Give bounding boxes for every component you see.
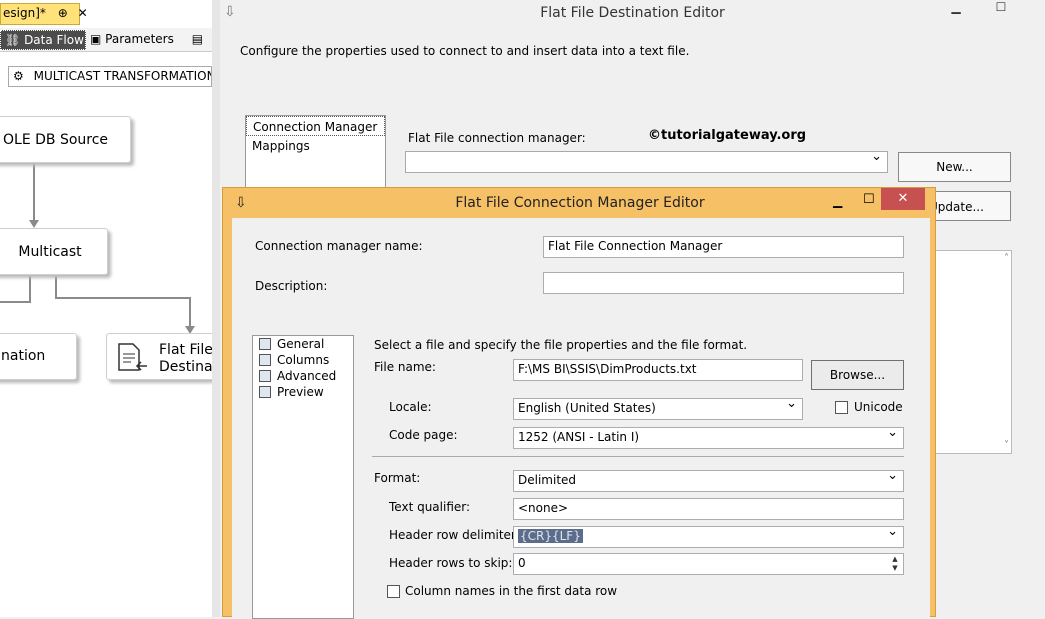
header-row-delimiter-select[interactable]: {CR}{LF} bbox=[513, 524, 904, 548]
outer-window-icon: ⇩ bbox=[224, 4, 236, 20]
scroll-down-icon[interactable]: ˅ bbox=[1004, 440, 1009, 451]
spin-buttons-icon[interactable]: ▲ ▼ bbox=[888, 555, 902, 573]
inner-nav-list: General Columns Advanced Preview bbox=[252, 335, 354, 619]
columns-icon bbox=[259, 354, 271, 366]
code-page-label: Code page: bbox=[389, 428, 458, 442]
header-rows-skip-stepper[interactable]: 0 ▲ ▼ bbox=[513, 553, 904, 575]
multicast-node[interactable]: Multicast bbox=[0, 228, 108, 275]
minimize-button[interactable]: ▁ bbox=[945, 0, 967, 16]
unicode-checkbox[interactable] bbox=[835, 401, 848, 414]
column-names-label: Column names in the first data row bbox=[405, 584, 618, 598]
header-row-delimiter-label: Header row delimiter: bbox=[389, 528, 520, 542]
new-button[interactable]: New... bbox=[898, 152, 1011, 182]
dialog-icon: ⇩ bbox=[235, 195, 247, 211]
node-label: Multicast bbox=[18, 243, 82, 260]
nav-connection-manager[interactable]: Connection Manager bbox=[246, 116, 385, 136]
cm-name-label: Connection manager name: bbox=[255, 239, 423, 253]
preview-icon bbox=[259, 386, 271, 398]
node-label-line2: Destinat bbox=[159, 359, 212, 375]
inner-window-title: Flat File Connection Manager Editor bbox=[455, 195, 705, 211]
inner-title-bar: ⇩ Flat File Connection Manager Editor bbox=[223, 188, 937, 218]
code-page-select[interactable]: 1252 (ANSI - Latin I) bbox=[513, 425, 904, 449]
outer-preview-area: ˄ ˅ bbox=[932, 250, 1012, 454]
nav-mappings[interactable]: Mappings bbox=[246, 136, 385, 154]
text-qualifier-input[interactable]: <none> bbox=[513, 498, 904, 520]
nav-preview[interactable]: Preview bbox=[253, 384, 353, 400]
outer-title-bar: ⇩ Flat File Destination Editor bbox=[220, 0, 1045, 26]
outer-nav-list: Connection Manager Mappings bbox=[245, 115, 386, 195]
advanced-icon bbox=[259, 370, 271, 382]
nav-columns[interactable]: Columns bbox=[253, 352, 353, 368]
flat-file-cm-select[interactable] bbox=[405, 149, 888, 173]
designer-surface: esign]* ⊕ ✕ ⛓ Data Flow ▣ Parameters ▤ ⚙… bbox=[0, 0, 212, 617]
scroll-up-icon[interactable]: ˄ bbox=[1004, 253, 1009, 264]
node-label-line1: Flat File bbox=[159, 342, 212, 358]
nav-label: Columns bbox=[277, 353, 330, 367]
format-label: Format: bbox=[374, 471, 421, 485]
header-rows-skip-label: Header rows to skip: bbox=[389, 556, 513, 570]
description-label: Description: bbox=[255, 279, 328, 293]
cm-name-input[interactable]: Flat File Connection Manager bbox=[543, 236, 904, 258]
text-qualifier-label: Text qualifier: bbox=[389, 500, 471, 514]
flat-file-icon bbox=[118, 343, 147, 371]
description-input[interactable] bbox=[543, 272, 904, 294]
nav-label: Preview bbox=[277, 385, 324, 399]
flat-file-cm-editor-dialog: ⇩ Flat File Connection Manager Editor ▁ … bbox=[222, 187, 937, 619]
file-name-input[interactable]: F:\MS BI\SSIS\DimProducts.txt bbox=[513, 359, 803, 381]
browse-button[interactable]: Browse... bbox=[811, 360, 904, 390]
header-row-delimiter-value: {CR}{LF} bbox=[518, 529, 583, 543]
outer-window-title: Flat File Destination Editor bbox=[540, 5, 725, 21]
destination-node[interactable]: nation bbox=[0, 333, 77, 380]
format-select[interactable]: Delimited bbox=[513, 468, 904, 492]
ole-db-source-node[interactable]: OLE DB Source bbox=[0, 116, 131, 163]
node-label: nation bbox=[1, 348, 46, 364]
column-names-checkbox[interactable] bbox=[387, 585, 400, 598]
inner-body: Connection manager name: Flat File Conne… bbox=[232, 218, 930, 619]
instructions-text: Select a file and specify the file prope… bbox=[374, 338, 748, 352]
nav-label: General bbox=[277, 337, 325, 351]
unicode-label: Unicode bbox=[854, 400, 903, 414]
maximize-button[interactable]: ☐ bbox=[863, 192, 875, 207]
header-rows-skip-value: 0 bbox=[518, 556, 526, 570]
flat-file-cm-label: Flat File connection manager: bbox=[408, 131, 586, 145]
outer-description: Configure the properties used to connect… bbox=[240, 44, 690, 58]
nav-advanced[interactable]: Advanced bbox=[253, 368, 353, 384]
minimize-button[interactable]: ▁ bbox=[833, 194, 842, 208]
flow-connectors bbox=[0, 163, 195, 334]
locale-select[interactable]: English (United States) bbox=[513, 396, 803, 420]
nav-general[interactable]: General bbox=[253, 336, 353, 352]
divider bbox=[372, 456, 904, 457]
flat-file-destination-node[interactable]: Flat File Destinat bbox=[106, 333, 212, 380]
node-label: OLE DB Source bbox=[3, 131, 109, 148]
locale-label: Locale: bbox=[389, 400, 432, 414]
maximize-button[interactable]: ☐ bbox=[990, 0, 1012, 16]
close-button[interactable]: ✕ bbox=[881, 188, 925, 210]
nav-label: Advanced bbox=[277, 369, 337, 383]
watermark: ©tutorialgateway.org bbox=[648, 128, 807, 143]
file-name-label: File name: bbox=[374, 360, 436, 374]
general-icon bbox=[259, 338, 271, 350]
